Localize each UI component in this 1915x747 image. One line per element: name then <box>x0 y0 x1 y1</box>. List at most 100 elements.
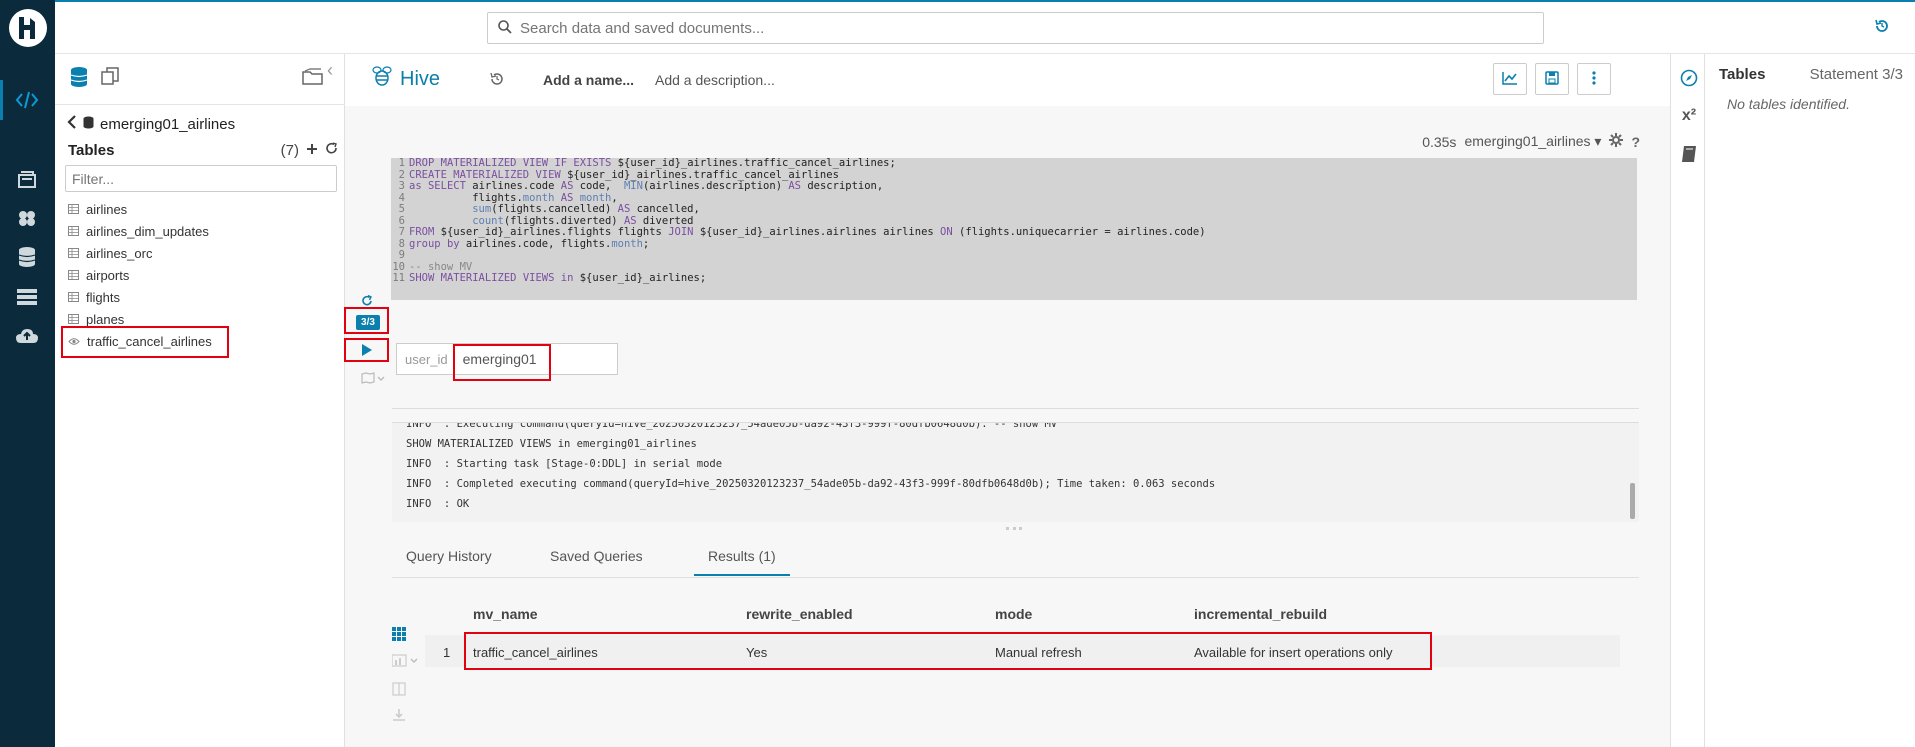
code-text: FROM ${user_id}_airlines.flights flights… <box>409 226 1206 238</box>
column-header[interactable]: rewrite_enabled <box>746 606 853 622</box>
download-icon[interactable] <box>392 708 406 725</box>
resize-handle[interactable] <box>1006 527 1022 530</box>
active-indicator <box>0 80 3 120</box>
line-number: 3 <box>398 180 405 192</box>
divider <box>55 104 345 105</box>
right-icon-bar: x² <box>1670 54 1705 747</box>
add-icon[interactable] <box>306 142 318 159</box>
cloud-upload-icon[interactable] <box>14 323 40 349</box>
code-line[interactable]: 9 <box>391 249 1637 262</box>
highlight-box <box>464 632 1432 670</box>
function-icon[interactable]: x² <box>1679 106 1699 126</box>
log-scrollbar[interactable] <box>1630 483 1635 519</box>
hue-logo-icon[interactable] <box>8 8 48 48</box>
sidebar-item-flights[interactable]: flights <box>68 286 212 308</box>
code-text: as SELECT airlines.code AS code, MIN(air… <box>409 180 884 192</box>
snippet-meta: 0.35s emerging01_airlines ▾ ? <box>1422 133 1640 150</box>
documents-icon[interactable] <box>14 166 40 192</box>
table-icon <box>68 224 79 239</box>
execution-log: INFO : Executing command(queryId=hive_20… <box>392 422 1639 522</box>
code-text: SHOW MATERIALIZED VIEWS in ${user_id}_ai… <box>409 272 707 284</box>
column-header[interactable]: incremental_rebuild <box>1194 606 1327 622</box>
editor-header: Hive Add a name... Add a description... <box>345 54 1670 106</box>
search-input[interactable] <box>520 19 1520 37</box>
global-search[interactable] <box>487 12 1544 44</box>
code-text: group by airlines.code, flights.month; <box>409 237 650 250</box>
tab-query-history[interactable]: Query History <box>406 548 492 564</box>
tables-browser-icon[interactable] <box>14 284 40 310</box>
table-name: airlines_dim_updates <box>86 223 209 239</box>
tables-title: Tables <box>68 142 115 159</box>
editor-code-icon[interactable] <box>14 87 40 113</box>
more-vertical-icon <box>1592 70 1596 88</box>
column-header[interactable]: mode <box>995 606 1032 622</box>
more-options-button[interactable] <box>1577 63 1611 95</box>
engine-name: Hive <box>400 67 441 90</box>
sidebar-item-airlines[interactable]: airlines <box>68 198 212 220</box>
copy-documents-icon[interactable] <box>100 66 120 91</box>
statement-indicator: Statement 3/3 <box>1809 66 1903 83</box>
result-tabs: Query History Saved Queries Results (1) <box>392 540 1639 578</box>
tab-saved-queries[interactable]: Saved Queries <box>550 548 643 564</box>
chart-button[interactable] <box>1493 63 1527 95</box>
assist-panel: ‹ emerging01_airlines Tables (7) airline… <box>55 54 345 747</box>
code-text: sum(flights.cancelled) AS cancelled, <box>472 203 700 215</box>
engine-selector[interactable]: Hive <box>371 65 440 93</box>
hive-bee-icon <box>371 65 393 93</box>
book-icon[interactable] <box>1679 144 1699 164</box>
code-line[interactable]: 11 SHOW MATERIALIZED VIEWS in ${user_id}_… <box>391 272 1637 285</box>
table-name: planes <box>86 311 125 327</box>
database-icon <box>83 116 94 133</box>
grid-view-icon[interactable] <box>392 627 406 644</box>
search-icon <box>498 19 512 37</box>
log-line: INFO : Starting task [Stage-0:DDL] in se… <box>406 458 723 470</box>
query-name-field[interactable]: Add a name... <box>543 72 634 88</box>
sidebar-item-airlines_dim_updates[interactable]: airlines_dim_updates <box>68 220 212 242</box>
database-browser-icon[interactable] <box>70 66 88 91</box>
code-line[interactable]: 8 group by airlines.code, flights.month; <box>391 237 1637 251</box>
back-chevron-icon[interactable] <box>67 115 77 133</box>
log-line: SHOW MATERIALIZED VIEWS in emerging01_ai… <box>406 438 697 450</box>
execution-time: 0.35s <box>1422 133 1457 150</box>
code-line[interactable]: 3 as SELECT airlines.code AS code, MIN(ai… <box>391 180 1637 193</box>
database-breadcrumb[interactable]: emerging01_airlines <box>67 115 235 133</box>
column-header[interactable]: mv_name <box>473 606 538 622</box>
highlight-box <box>453 344 551 381</box>
code-line[interactable]: 5 sum(flights.cancelled) AS cancelled, <box>391 203 1637 216</box>
log-line: INFO : Executing command(queryId=hive_20… <box>406 422 1058 430</box>
chart-view-icon[interactable] <box>391 654 422 671</box>
line-number: 7 <box>398 226 405 238</box>
left-navigation-rail <box>0 0 55 747</box>
tab-results[interactable]: Results (1) <box>694 548 790 576</box>
compass-icon[interactable] <box>1679 68 1699 88</box>
code-editor[interactable]: 1 DROP MATERIALIZED VIEW IF EXISTS ${user… <box>391 157 1637 300</box>
refresh-icon[interactable] <box>325 142 338 159</box>
log-line: INFO : Completed executing command(query… <box>406 478 1216 490</box>
line-chart-icon <box>1502 71 1518 88</box>
history-icon[interactable] <box>490 72 504 89</box>
filter-input[interactable] <box>65 165 337 192</box>
database-icon[interactable] <box>14 244 40 270</box>
line-number: 1 <box>398 157 405 169</box>
folder-icon[interactable] <box>302 68 324 89</box>
line-number: 11 <box>392 272 405 284</box>
columns-icon[interactable] <box>392 682 406 699</box>
collapse-panel-icon[interactable]: ‹ <box>327 60 333 81</box>
divider <box>392 408 1639 409</box>
database-selector[interactable]: emerging01_airlines ▾ <box>1464 133 1601 150</box>
query-description-field[interactable]: Add a description... <box>655 72 775 88</box>
empty-message: No tables identified. <box>1727 96 1850 112</box>
help-icon[interactable]: ? <box>1631 134 1640 150</box>
save-button[interactable] <box>1535 63 1569 95</box>
sidebar-item-airlines_orc[interactable]: airlines_orc <box>68 242 212 264</box>
save-icon <box>1545 70 1559 88</box>
jobs-icon[interactable] <box>14 205 40 231</box>
history-icon[interactable] <box>1874 18 1890 37</box>
table-name: airlines <box>86 201 128 217</box>
code-line[interactable]: 1 DROP MATERIALIZED VIEW IF EXISTS ${user… <box>391 157 1637 170</box>
map-icon[interactable] <box>358 370 388 386</box>
code-line[interactable]: 7 FROM ${user_id}_airlines.flights flight… <box>391 226 1637 239</box>
reload-icon[interactable] <box>360 294 374 308</box>
settings-gear-icon[interactable] <box>1609 133 1624 150</box>
sidebar-item-airports[interactable]: airports <box>68 264 212 286</box>
